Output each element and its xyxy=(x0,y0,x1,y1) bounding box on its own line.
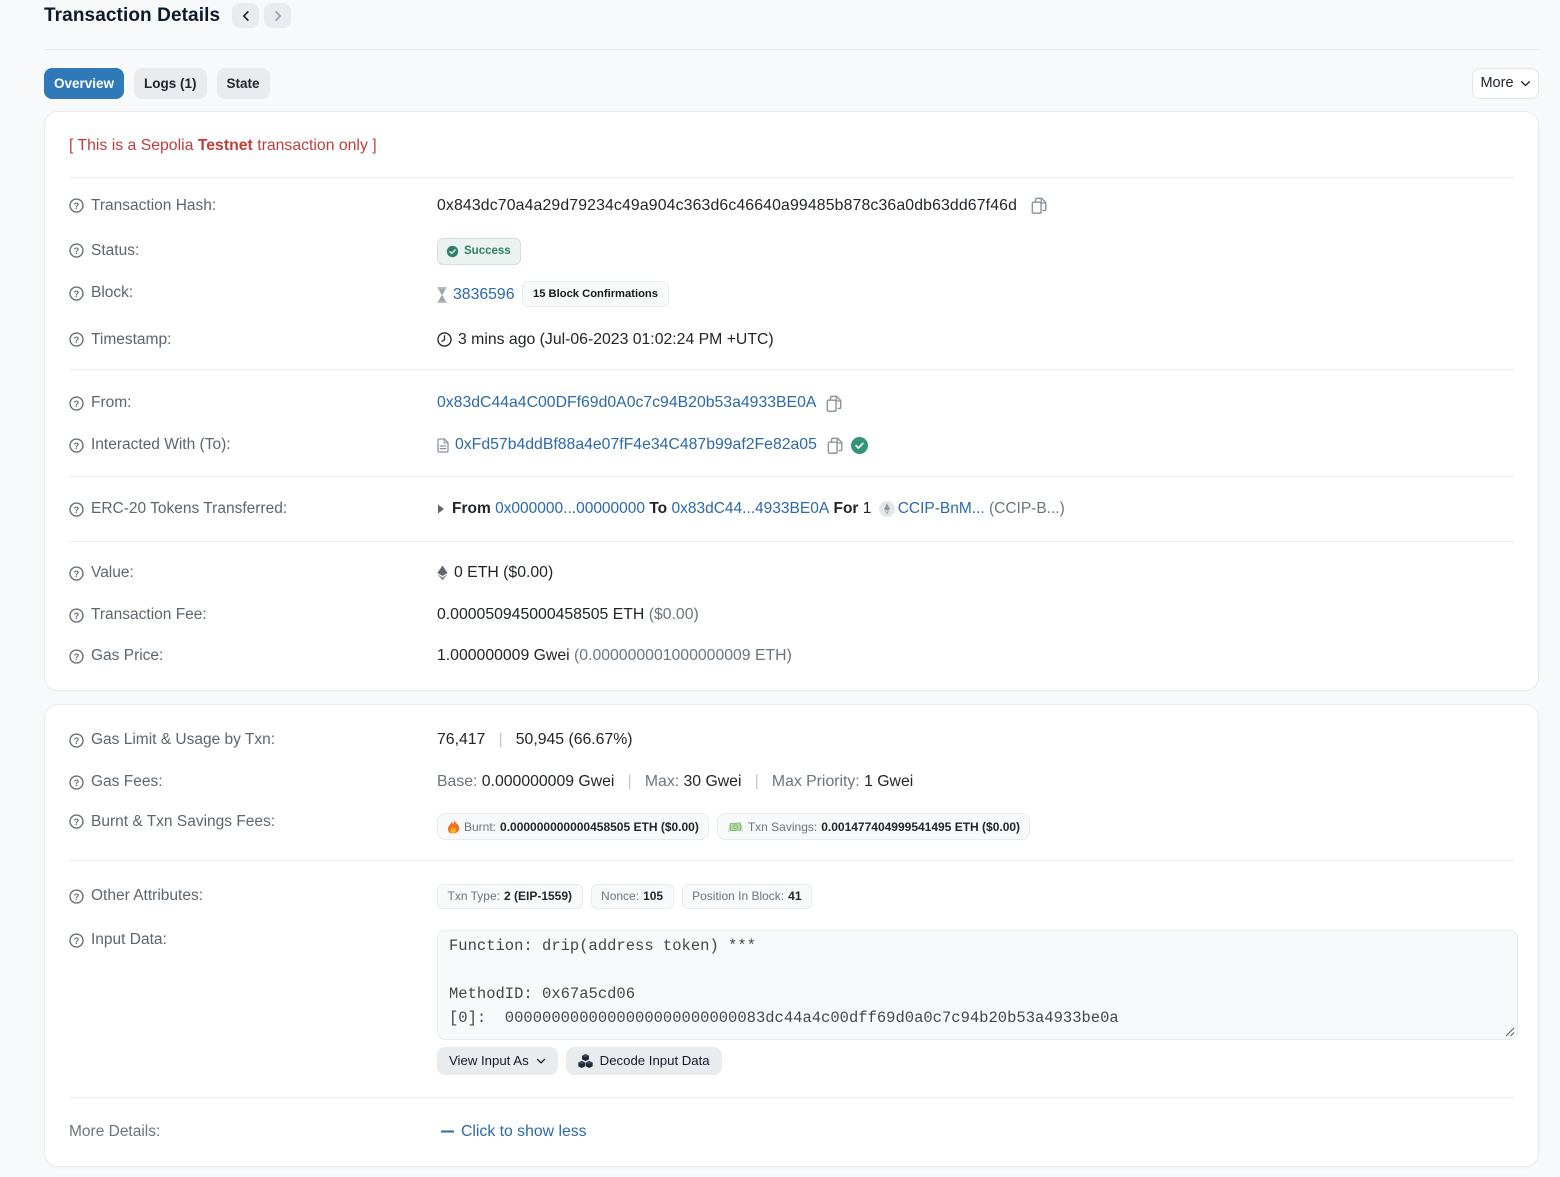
svg-text:?: ? xyxy=(74,398,80,408)
svg-text:?: ? xyxy=(74,935,80,945)
svg-text:?: ? xyxy=(74,201,80,211)
svg-text:?: ? xyxy=(74,288,80,298)
svg-text:?: ? xyxy=(74,891,80,901)
svg-text:?: ? xyxy=(74,504,80,514)
svg-text:?: ? xyxy=(74,735,80,745)
svg-text:?: ? xyxy=(74,440,80,450)
svg-text:?: ? xyxy=(74,610,80,620)
svg-text:?: ? xyxy=(74,651,80,661)
svg-text:?: ? xyxy=(74,335,80,345)
svg-text:?: ? xyxy=(74,817,80,827)
svg-text:?: ? xyxy=(74,568,80,578)
svg-text:?: ? xyxy=(74,246,80,256)
svg-text:?: ? xyxy=(74,777,80,787)
